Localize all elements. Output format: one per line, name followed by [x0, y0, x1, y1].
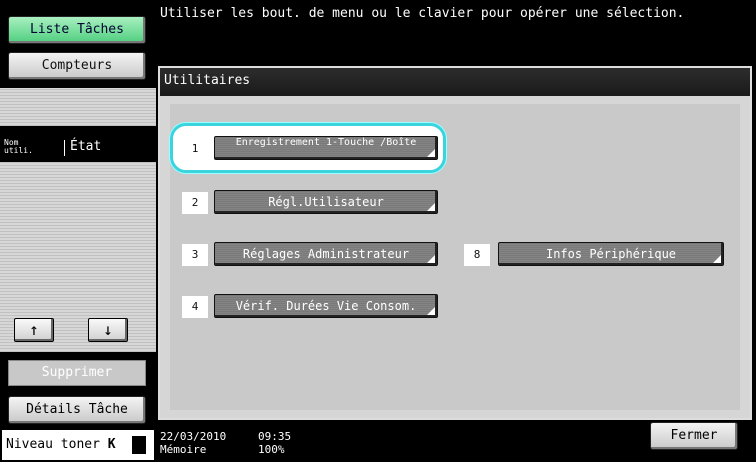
consumables-life-check-button[interactable]: Vérif. Durées Vie Consom.	[214, 294, 438, 318]
time: 09:35	[258, 430, 292, 443]
page-title: Utilitaires	[158, 66, 752, 96]
counters-button[interactable]: Compteurs	[8, 52, 146, 80]
admin-settings-button[interactable]: Réglages Administrateur	[214, 242, 438, 266]
toner-label: Niveau toner	[6, 437, 100, 452]
scroll-up-button[interactable]: ↑	[14, 318, 54, 342]
menu-item-4-number: 4	[182, 296, 208, 318]
close-button[interactable]: Fermer	[650, 422, 738, 450]
corner-icon	[427, 149, 435, 157]
menu-item-8-label: Infos Périphérique	[545, 247, 677, 261]
delete-button[interactable]: Supprimer	[8, 360, 146, 386]
menu-item-1-label: Enregistrement 1-Touche /Boîte	[235, 137, 417, 148]
header-user-name: Nom utili.	[4, 138, 33, 155]
header-divider	[64, 140, 65, 156]
corner-icon	[427, 255, 435, 263]
date: 22/03/2010	[160, 430, 227, 443]
header-status: État	[70, 139, 102, 154]
scroll-down-button[interactable]: ↓	[88, 318, 128, 342]
job-list-header: Nom utili. État	[0, 137, 156, 159]
instruction-message: Utiliser les bout. de menu ou le clavier…	[160, 6, 685, 21]
toner-color: K	[107, 437, 116, 452]
device-info-button[interactable]: Infos Périphérique	[498, 242, 724, 266]
menu-item-3-number: 3	[182, 244, 208, 266]
corner-icon	[713, 255, 721, 263]
menu-item-2-label: Régl.Utilisateur	[268, 195, 384, 209]
menu-item-2-number: 2	[182, 192, 208, 214]
one-touch-box-registration-button[interactable]: Enregistrement 1-Touche /Boîte	[214, 136, 438, 160]
job-list-button[interactable]: Liste Tâches	[8, 16, 146, 44]
corner-icon	[427, 307, 435, 315]
menu-item-4-label: Vérif. Durées Vie Consom.	[235, 299, 417, 313]
corner-icon	[427, 203, 435, 211]
arrow-down-icon: ↓	[103, 320, 113, 339]
left-panel-area	[0, 88, 156, 126]
toner-bar-icon	[132, 436, 146, 454]
memory-value: 100%	[258, 443, 285, 456]
job-details-button[interactable]: Détails Tâche	[8, 396, 146, 424]
memory-label: Mémoire	[160, 443, 207, 456]
user-settings-button[interactable]: Régl.Utilisateur	[214, 190, 438, 214]
arrow-up-icon: ↑	[29, 320, 39, 339]
menu-item-3-label: Réglages Administrateur	[242, 247, 410, 261]
menu-item-1-number: 1	[182, 138, 208, 160]
toner-level: Niveau toner K	[0, 428, 156, 462]
menu-item-8-number: 8	[464, 244, 490, 266]
